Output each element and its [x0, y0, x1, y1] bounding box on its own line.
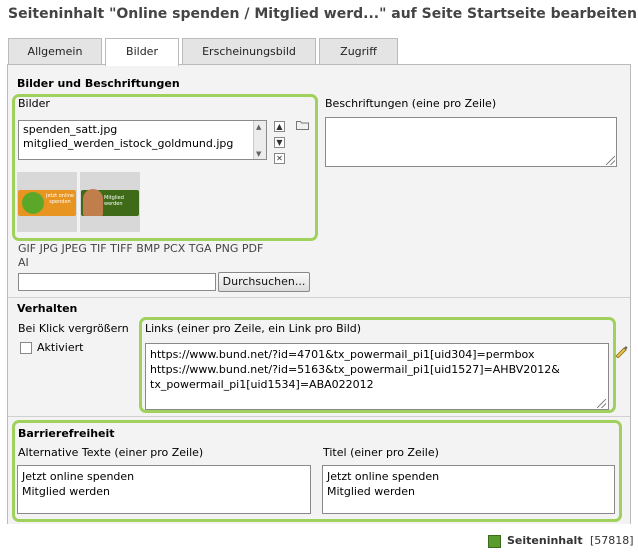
tab-allgemein[interactable]: Allgemein	[8, 38, 102, 65]
image-file-list[interactable]: spenden_satt.jpg mitglied_werden_istock_…	[18, 120, 267, 160]
thumbnail-mitglied: Mitglied werden	[80, 172, 140, 232]
remove-icon[interactable]: ✕	[274, 153, 285, 164]
titles-textarea[interactable]: Jetzt online spenden Mitglied werden	[322, 465, 615, 514]
browse-button[interactable]: Durchsuchen...	[218, 272, 310, 292]
page-title: Seiteninhalt "Online spenden / Mitglied …	[8, 6, 637, 22]
thumbnail-caption: Mitglied werden	[104, 195, 124, 207]
move-up-icon[interactable]: ▲	[274, 121, 285, 132]
scroll-up-icon[interactable]: ▲	[256, 123, 261, 131]
tab-erscheinungsbild[interactable]: Erscheinungsbild	[182, 38, 316, 65]
folder-icon[interactable]	[296, 120, 309, 130]
section-heading-bilder: Bilder und Beschriftungen	[17, 77, 180, 90]
move-down-icon[interactable]: ▼	[274, 137, 285, 148]
section-heading-verhalten: Verhalten	[17, 302, 78, 315]
link-wizard-icon[interactable]	[614, 344, 628, 359]
links-textarea[interactable]: https://www.bund.net/?id=4701&tx_powerma…	[145, 343, 609, 410]
file-item-2[interactable]: mitglied_werden_istock_goldmund.jpg	[23, 137, 233, 151]
thumbnail-spenden: Jetzt online spenden	[17, 172, 77, 232]
list-scrollbar[interactable]: ▲ ▼	[253, 121, 266, 159]
enlarge-checkbox[interactable]	[20, 342, 32, 354]
links-label: Links (einer pro Zeile, ein Link pro Bil…	[145, 322, 362, 335]
alt-texts-textarea[interactable]: Jetzt online spenden Mitglied werden	[17, 465, 311, 514]
click-enlarge-label: Bei Klick vergrößern	[18, 322, 129, 335]
resize-grip-icon[interactable]	[597, 399, 606, 408]
titles-label: Titel (einer pro Zeile)	[323, 446, 439, 459]
allowed-filetypes: GIF JPG JPEG TIF TIFF BMP PCX TGA PNG PD…	[18, 242, 264, 269]
record-id: [57818]	[590, 534, 634, 547]
person-photo	[83, 189, 103, 216]
enlarge-checkbox-label: Aktiviert	[37, 341, 84, 354]
captions-label: Beschriftungen (eine pro Zeile)	[325, 97, 497, 110]
upload-file-input[interactable]	[18, 273, 216, 291]
file-item-1[interactable]: spenden_satt.jpg	[23, 123, 117, 137]
scroll-down-icon[interactable]: ▼	[256, 150, 261, 158]
logo-icon	[22, 192, 44, 214]
thumbnail-caption: Jetzt online spenden	[46, 193, 74, 205]
record-type-label: Seiteninhalt	[507, 534, 583, 547]
alt-texts-label: Alternative Texte (einer pro Zeile)	[18, 446, 204, 459]
tab-bilder[interactable]: Bilder	[105, 38, 179, 66]
tab-zugriff[interactable]: Zugriff	[319, 38, 398, 65]
content-element-icon	[488, 535, 501, 548]
section-heading-barriere: Barrierefreiheit	[18, 427, 115, 440]
captions-textarea[interactable]	[325, 117, 617, 167]
